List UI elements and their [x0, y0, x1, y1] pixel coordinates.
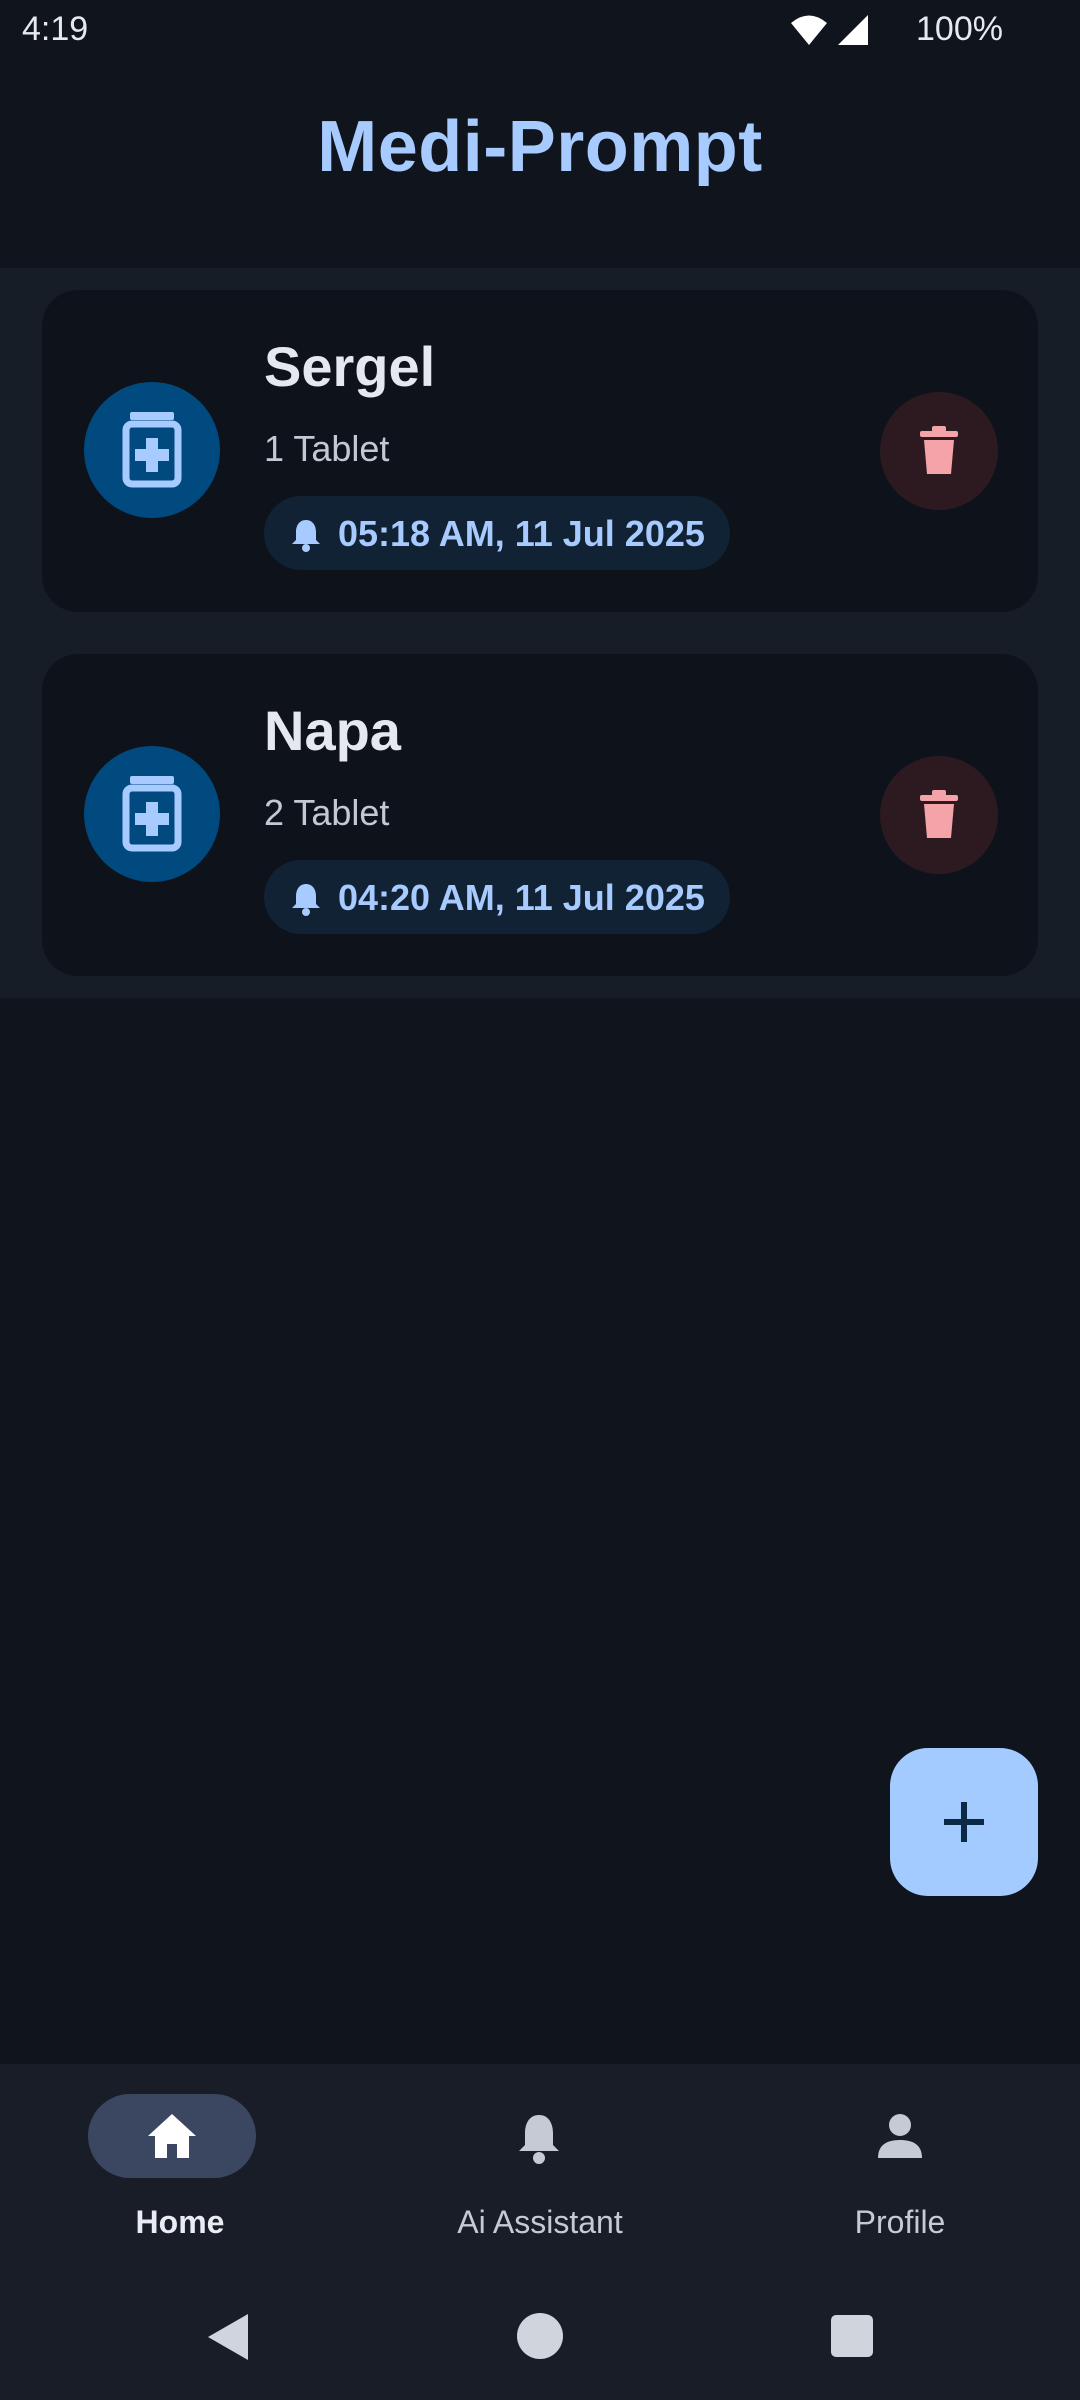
medicine-dose: 2 Tablet	[264, 792, 390, 833]
medicine-bottle-icon	[122, 776, 182, 852]
reminder-time: 04:20 AM, 11 Jul 2025	[338, 877, 705, 918]
delete-button[interactable]	[880, 392, 998, 510]
system-navigation	[0, 2290, 1080, 2390]
medicine-name: Sergel	[264, 335, 436, 398]
medicine-card[interactable]: Sergel 1 Tablet 05:18 AM, 11 Jul 2025	[42, 290, 1038, 612]
battery-level: 100%	[916, 10, 1003, 48]
medicine-avatar	[84, 746, 220, 882]
nav-label-profile: Profile	[854, 2204, 946, 2240]
medicine-list: Sergel 1 Tablet 05:18 AM, 11 Jul 2025 Na…	[0, 268, 1080, 998]
bell-icon	[292, 520, 320, 552]
medicine-dose: 1 Tablet	[264, 428, 390, 469]
reminder-chip: 04:20 AM, 11 Jul 2025	[264, 860, 730, 934]
reminder-time: 05:18 AM, 11 Jul 2025	[338, 513, 705, 554]
home-circle-icon[interactable]	[516, 2312, 564, 2360]
bell-icon	[292, 884, 320, 916]
add-medicine-button[interactable]	[890, 1748, 1038, 1896]
nav-item-profile[interactable]: Profile	[720, 2094, 1080, 2244]
trash-icon	[920, 790, 958, 838]
nav-item-ai-assistant[interactable]: Ai Assistant	[360, 2094, 720, 2244]
home-icon	[148, 2114, 196, 2158]
nav-item-home[interactable]: Home	[0, 2094, 360, 2244]
reminder-chip: 05:18 AM, 11 Jul 2025	[264, 496, 730, 570]
bell-icon	[519, 2115, 559, 2164]
trash-icon	[920, 426, 958, 474]
nav-label-home: Home	[135, 2204, 225, 2240]
medicine-avatar	[84, 382, 220, 518]
status-icons: 100%	[750, 0, 1080, 64]
status-bar: 4:19 100%	[0, 0, 1080, 64]
plus-icon	[944, 1802, 984, 1842]
medicine-bottle-icon	[122, 412, 182, 488]
status-time: 4:19	[22, 10, 89, 48]
back-icon[interactable]	[206, 2312, 250, 2362]
signal-icon	[838, 15, 868, 45]
person-icon	[878, 2114, 922, 2158]
app-title: Medi-Prompt	[317, 107, 763, 187]
wifi-icon	[791, 15, 827, 45]
delete-button[interactable]	[880, 756, 998, 874]
nav-label-ai-assistant: Ai Assistant	[457, 2204, 623, 2240]
recents-icon[interactable]	[830, 2314, 874, 2358]
medicine-card[interactable]: Napa 2 Tablet 04:20 AM, 11 Jul 2025	[42, 654, 1038, 976]
medicine-name: Napa	[264, 699, 401, 762]
